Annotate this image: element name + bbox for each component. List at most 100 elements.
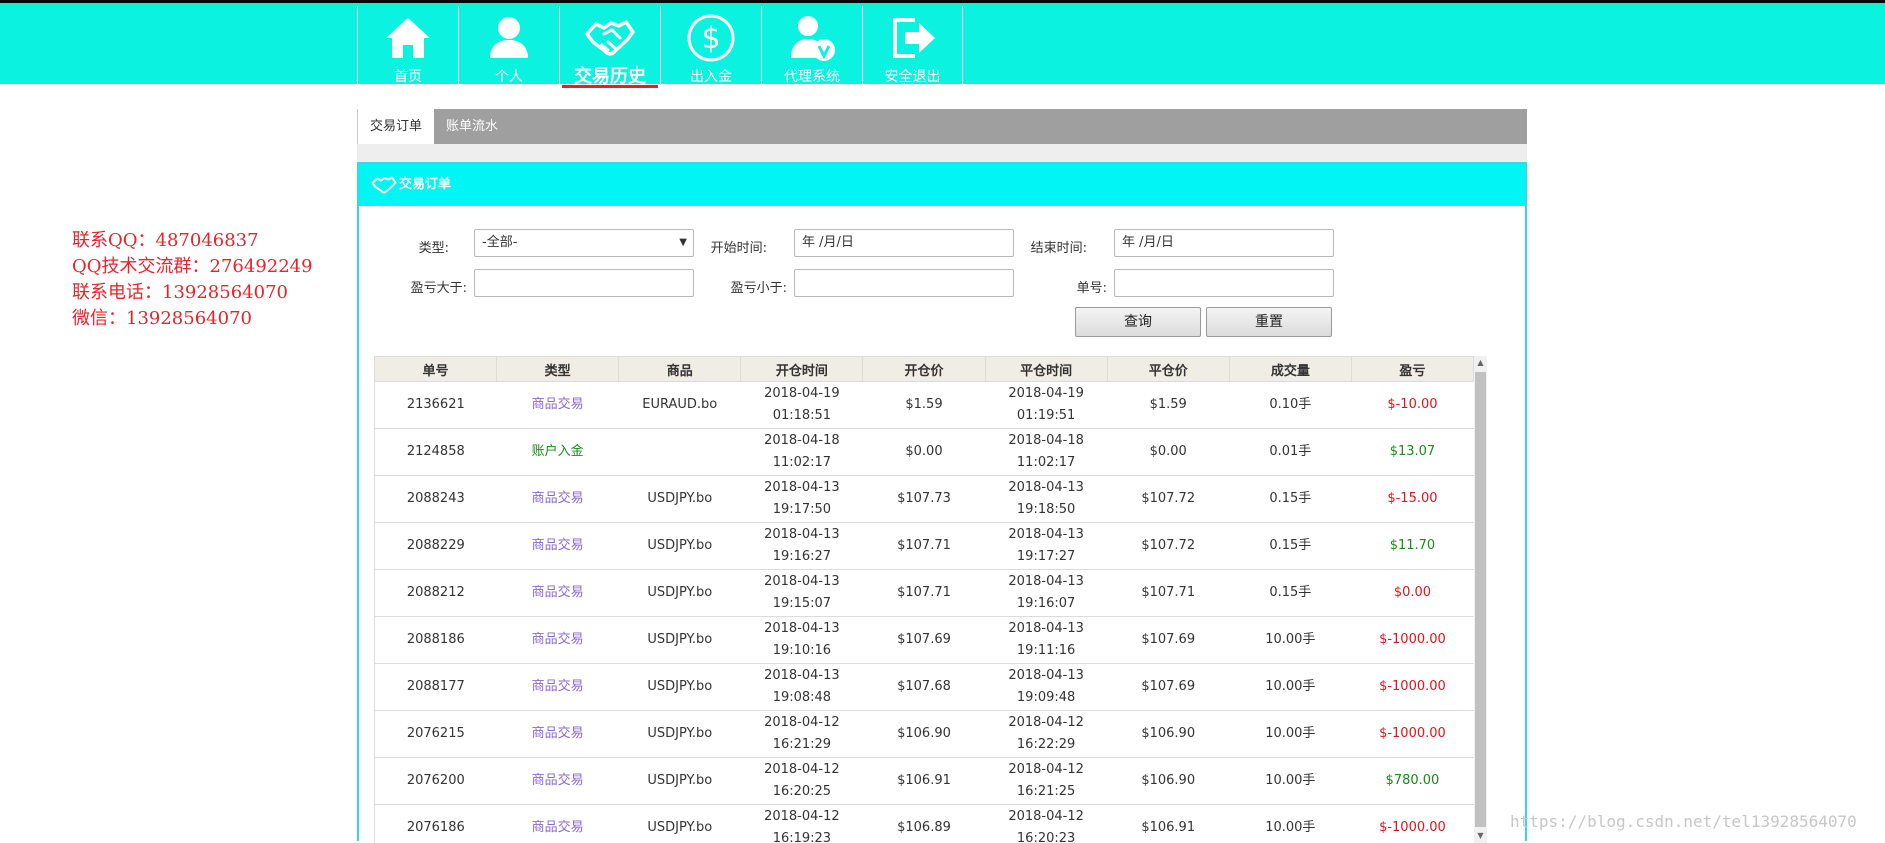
pl-greater-input[interactable] [474, 269, 694, 297]
open-price-cell: $1.59 [863, 382, 985, 429]
table-row[interactable]: 2076186商品交易USDJPY.bo2018-04-1216:19:23$1… [375, 805, 1474, 843]
time-text: 19:18:50 [985, 499, 1107, 521]
end-time-placeholder: 年 /月/日 [1122, 235, 1174, 250]
start-time-label: 开始时间: [677, 237, 767, 256]
profit-loss-cell: $-1000.00 [1351, 711, 1473, 758]
column-header: 单号 [375, 357, 497, 382]
open-price-cell: $106.89 [863, 805, 985, 843]
time-text: 19:17:27 [985, 546, 1107, 568]
start-time-placeholder: 年 /月/日 [802, 235, 854, 250]
type-cell: 商品交易 [497, 523, 619, 570]
tab-separator [357, 144, 1527, 162]
close-price-cell: $0.00 [1107, 429, 1229, 476]
open-time-cell: 2018-04-1319:10:16 [741, 617, 863, 664]
type-cell: 商品交易 [497, 476, 619, 523]
contact-phone: 联系电话：13928564070 [72, 280, 313, 306]
time-text: 19:08:48 [741, 687, 863, 709]
table-row[interactable]: 2136621商品交易EURAUD.bo2018-04-1901:18:51$1… [375, 382, 1474, 429]
end-time-input[interactable]: 年 /月/日 [1114, 229, 1334, 257]
agent-icon [786, 12, 838, 64]
pl-less-input[interactable] [794, 269, 1014, 297]
goods-cell: USDJPY.bo [619, 758, 741, 805]
open-time-cell: 2018-04-1319:17:50 [741, 476, 863, 523]
close-time-cell: 2018-04-1319:18:50 [985, 476, 1107, 523]
type-cell: 商品交易 [497, 758, 619, 805]
table-scrollbar[interactable]: ▲ ▼ [1474, 356, 1487, 843]
close-time-cell: 2018-04-1319:11:16 [985, 617, 1107, 664]
nav-label: 首页 [358, 69, 458, 85]
open-time-cell: 2018-04-1811:02:17 [741, 429, 863, 476]
date-text: 2018-04-13 [741, 477, 863, 499]
date-text: 2018-04-12 [741, 712, 863, 734]
close-time-cell: 2018-04-1216:20:23 [985, 805, 1107, 843]
scroll-thumb[interactable] [1475, 372, 1486, 827]
panel-title: 交易订单 [399, 164, 451, 206]
volume-cell: 0.15手 [1229, 476, 1351, 523]
table-row[interactable]: 2088186商品交易USDJPY.bo2018-04-1319:10:16$1… [375, 617, 1474, 664]
handshake-icon [584, 12, 636, 64]
query-button[interactable]: 查询 [1075, 307, 1201, 337]
nav-item-home[interactable]: 首页 [357, 6, 458, 87]
volume-cell: 0.10手 [1229, 382, 1351, 429]
open-price-cell: $107.71 [863, 570, 985, 617]
contact-info: 联系QQ：487046837 QQ技术交流群：276492249 联系电话：13… [72, 228, 313, 332]
type-cell: 商品交易 [497, 711, 619, 758]
profit-loss-cell: $-10.00 [1351, 382, 1473, 429]
close-time-cell: 2018-04-1319:17:27 [985, 523, 1107, 570]
order-no-label: 单号: [1017, 277, 1107, 296]
scroll-up-icon[interactable]: ▲ [1474, 356, 1487, 370]
contact-qq-group: QQ技术交流群：276492249 [72, 254, 313, 280]
open-price-cell: $106.91 [863, 758, 985, 805]
panel-header: 交易订单 [359, 164, 1525, 206]
open-price-cell: $107.69 [863, 617, 985, 664]
order-no-input[interactable] [1114, 269, 1334, 297]
volume-cell: 10.00手 [1229, 711, 1351, 758]
open-time-cell: 2018-04-1216:20:25 [741, 758, 863, 805]
table-row[interactable]: 2076215商品交易USDJPY.bo2018-04-1216:21:29$1… [375, 711, 1474, 758]
nav-item-trade-history[interactable]: 交易历史 [559, 6, 660, 87]
type-cell: 商品交易 [497, 570, 619, 617]
volume-cell: 10.00手 [1229, 805, 1351, 843]
close-price-cell: $106.90 [1107, 711, 1229, 758]
close-time-cell: 2018-04-1901:19:51 [985, 382, 1107, 429]
date-text: 2018-04-12 [741, 806, 863, 828]
nav-label: 出入金 [661, 69, 761, 85]
orders-table: 单号类型商品开仓时间开仓价平仓时间平仓价成交量盈亏 2136621商品交易EUR… [374, 356, 1474, 843]
reset-button[interactable]: 重置 [1206, 307, 1332, 337]
nav-item-agent[interactable]: 代理系统 [761, 6, 862, 87]
open-price-cell: $107.73 [863, 476, 985, 523]
volume-cell: 10.00手 [1229, 664, 1351, 711]
close-price-cell: $106.90 [1107, 758, 1229, 805]
type-cell: 商品交易 [497, 382, 619, 429]
start-time-input[interactable]: 年 /月/日 [794, 229, 1014, 257]
pl-less-label: 盈亏小于: [697, 277, 787, 296]
time-text: 19:16:07 [985, 593, 1107, 615]
type-select[interactable]: -全部- ▼ [474, 229, 694, 257]
close-price-cell: $106.91 [1107, 805, 1229, 843]
tab-bill-flow[interactable]: 账单流水 [434, 109, 510, 144]
profit-loss-cell: $-1000.00 [1351, 664, 1473, 711]
user-icon [483, 12, 535, 64]
profit-loss-cell: $-15.00 [1351, 476, 1473, 523]
table-row[interactable]: 2088229商品交易USDJPY.bo2018-04-1319:16:27$1… [375, 523, 1474, 570]
table-row[interactable]: 2124858账户入金2018-04-1811:02:17$0.002018-0… [375, 429, 1474, 476]
contact-qq: 联系QQ：487046837 [72, 228, 313, 254]
nav-item-deposit-withdraw[interactable]: $ 出入金 [660, 6, 761, 87]
goods-cell: USDJPY.bo [619, 711, 741, 758]
type-cell: 商品交易 [497, 664, 619, 711]
time-text: 16:22:29 [985, 734, 1107, 756]
nav-item-personal[interactable]: 个人 [458, 6, 559, 87]
date-text: 2018-04-19 [985, 383, 1107, 405]
profit-loss-cell: $0.00 [1351, 570, 1473, 617]
table-row[interactable]: 2088212商品交易USDJPY.bo2018-04-1319:15:07$1… [375, 570, 1474, 617]
table-row[interactable]: 2088177商品交易USDJPY.bo2018-04-1319:08:48$1… [375, 664, 1474, 711]
type-cell: 商品交易 [497, 617, 619, 664]
nav-item-logout[interactable]: 安全退出 [862, 6, 963, 87]
table-row[interactable]: 2088243商品交易USDJPY.bo2018-04-1319:17:50$1… [375, 476, 1474, 523]
date-text: 2018-04-13 [741, 665, 863, 687]
tab-trade-orders[interactable]: 交易订单 [357, 109, 434, 144]
column-header: 类型 [497, 357, 619, 382]
table-row[interactable]: 2076200商品交易USDJPY.bo2018-04-1216:20:25$1… [375, 758, 1474, 805]
time-text: 01:19:51 [985, 405, 1107, 427]
order-id-cell: 2076186 [375, 805, 497, 843]
